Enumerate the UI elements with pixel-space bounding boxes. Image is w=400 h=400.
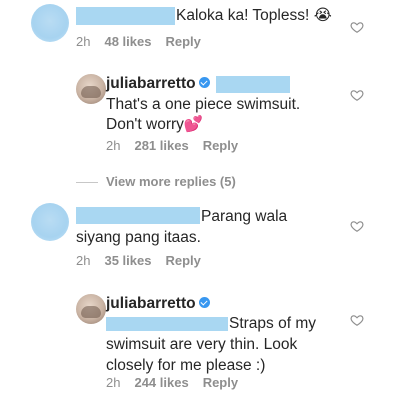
reply-header: juliabarretto [106,73,210,94]
comment-meta: 2h 244 likes Reply [106,375,252,391]
user-avatar[interactable] [76,74,106,104]
comment-text: Kaloka ka! Topless! 😭 [176,7,332,24]
hearts-emoji-icon: 💕 [183,116,204,133]
likes-count[interactable]: 48 likes [104,34,151,49]
redacted-username [76,7,175,25]
comment-time: 2h [106,138,121,153]
comment-meta: 2h 35 likes Reply [76,253,215,269]
reply-header: juliabarretto [106,293,210,314]
reply-button[interactable]: Reply [203,138,238,153]
comment-meta: 2h 281 likes Reply [106,138,252,154]
reply-text-line1: That's a one piece swimsuit. [106,96,301,113]
redacted-mention [106,317,228,331]
comment-time: 2h [76,253,91,268]
reply-button[interactable]: Reply [203,375,238,390]
view-more-replies-button[interactable]: View more replies (5) [106,174,236,189]
redacted-mention [216,76,290,93]
reply-text-line1: Straps of my [229,315,316,332]
comment-text-line2: siyang pang itaas. [76,229,201,246]
comment-time: 2h [76,34,91,49]
comment-meta: 2h 48 likes Reply [76,34,215,50]
reply-button[interactable]: Reply [165,253,200,268]
heart-icon[interactable] [350,313,364,327]
reply-text-line2: Don't worry💕 [106,116,204,133]
comment-time: 2h [106,375,121,390]
username[interactable]: juliabarretto [106,295,196,312]
verified-badge-icon [198,77,210,89]
verified-badge-icon [198,297,210,309]
heart-icon[interactable] [350,219,364,233]
commenter-avatar[interactable] [31,4,69,42]
crying-emoji-icon: 😭 [313,7,332,24]
redacted-username [76,207,200,224]
reply-text-line2: swimsuit are very thin. Look [106,336,298,353]
comment-text: Parang wala [201,208,288,225]
divider [76,182,98,183]
likes-count[interactable]: 35 likes [104,253,151,268]
likes-count[interactable]: 281 likes [134,138,188,153]
commenter-avatar[interactable] [31,203,69,241]
reply-button[interactable]: Reply [165,34,200,49]
heart-icon[interactable] [350,20,364,34]
username[interactable]: juliabarretto [106,75,196,92]
user-avatar[interactable] [76,294,106,324]
likes-count[interactable]: 244 likes [134,375,188,390]
heart-icon[interactable] [350,88,364,102]
reply-text-line3: closely for me please :) [106,357,266,374]
